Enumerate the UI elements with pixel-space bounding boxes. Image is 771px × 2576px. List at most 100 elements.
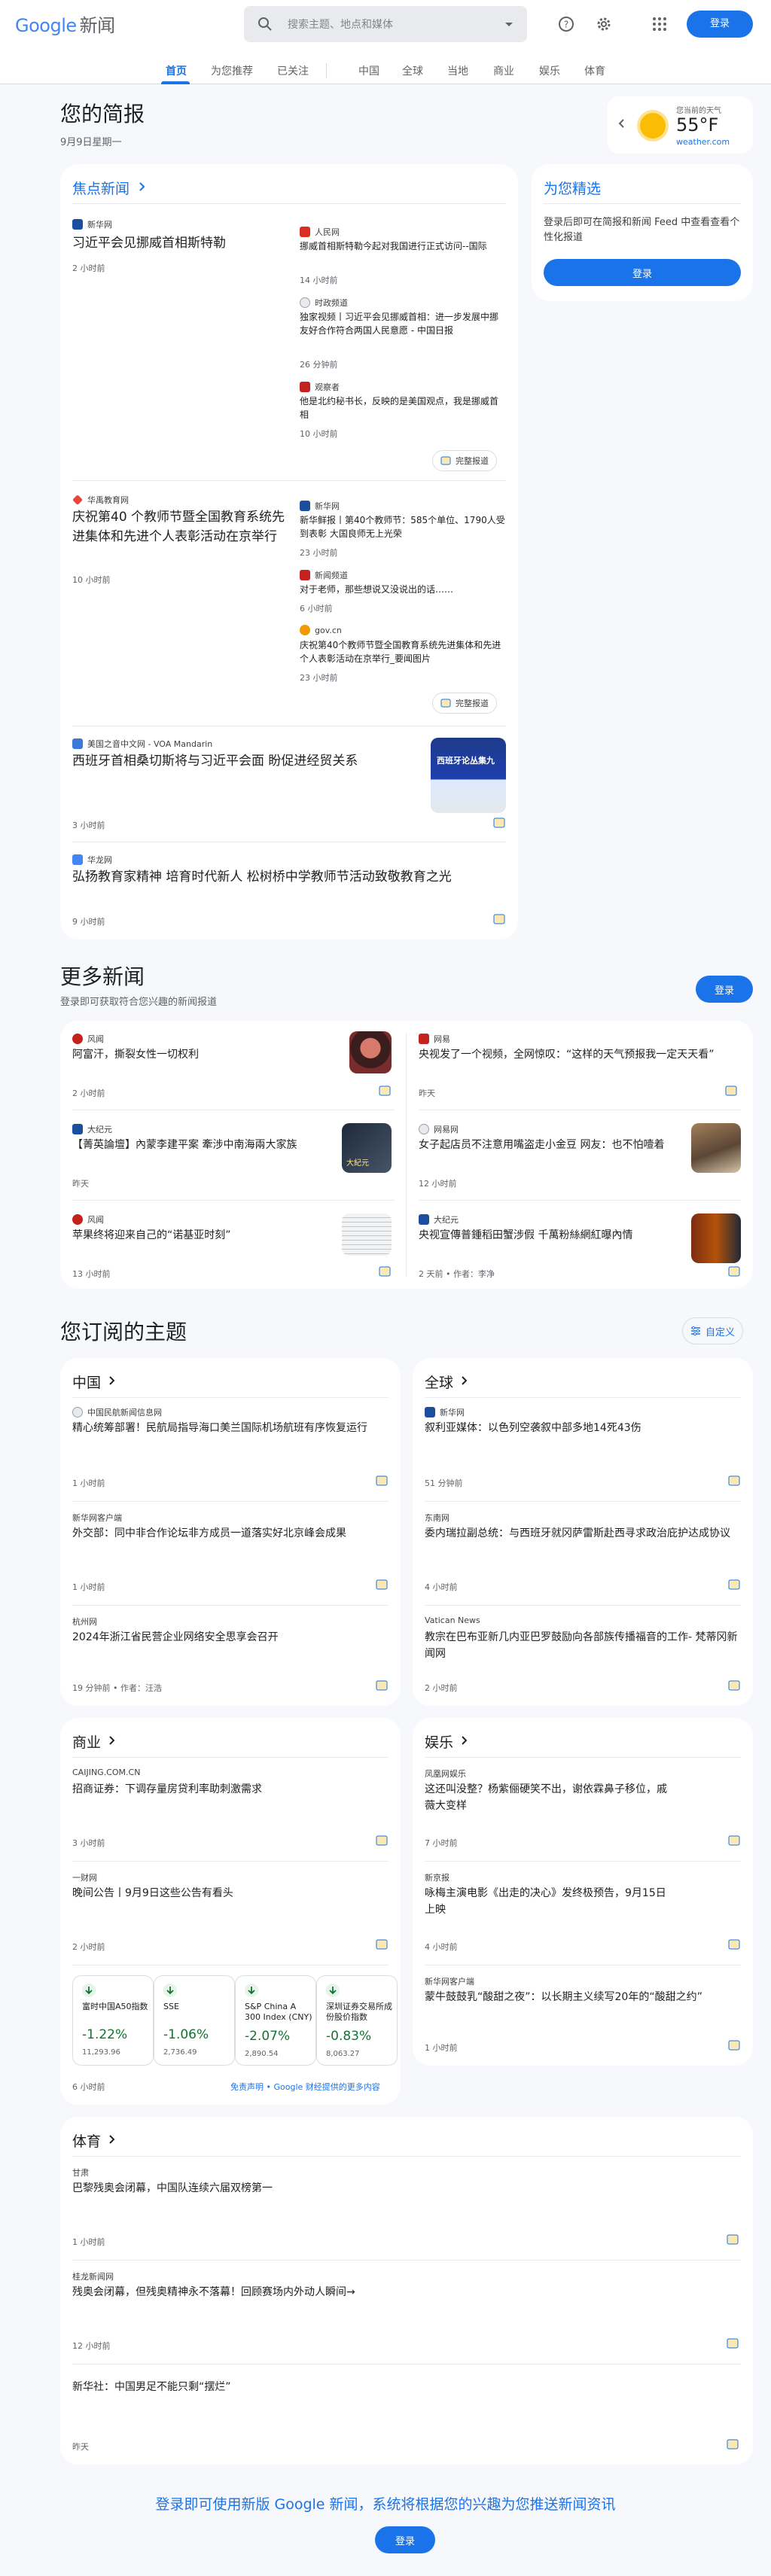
story-source[interactable]: 东南网	[425, 1512, 449, 1524]
news-share-icon[interactable]	[727, 1578, 741, 1591]
story-source[interactable]: Vatican News	[425, 1615, 480, 1625]
story-headline[interactable]: 蒙牛鼓鼓乳“酸甜之夜”：以长期主义续写20年的“酸甜之约”	[425, 1989, 741, 2005]
tab-following[interactable]: 已关注	[277, 63, 309, 78]
story-thumbnail[interactable]: 西班牙论丛集九	[431, 738, 506, 813]
story-source[interactable]: 杭州网	[72, 1615, 97, 1628]
gear-icon[interactable]	[595, 15, 613, 33]
story-headline[interactable]: 咏梅主演电影《出走的决心》发终极预告，9月15日上映	[425, 1885, 673, 1918]
story-headline[interactable]: 央视发了一个视频，全网惊叹：“这样的天气预报我一定天天看”	[419, 1046, 738, 1063]
news-share-icon[interactable]	[726, 2233, 739, 2246]
top-stories-heading[interactable]: 焦点新闻	[72, 178, 130, 198]
story-headline[interactable]: 委内瑞拉副总统：与西班牙就冈萨雷斯赴西寻求政治庇护达成协议	[425, 1525, 741, 1542]
related-source[interactable]: 时政频道	[300, 297, 348, 309]
search-box[interactable]: 搜索主题、地点和媒体	[244, 6, 527, 42]
news-share-icon[interactable]	[378, 1265, 392, 1278]
footer-login-button[interactable]: 登录	[375, 2526, 435, 2553]
story-headline[interactable]: 苹果终将迎来自己的“诺基亚时刻”	[72, 1227, 328, 1244]
story-source[interactable]: 桂龙新闻网	[72, 2270, 114, 2282]
story-source[interactable]: 风闻	[72, 1033, 104, 1045]
story-headline[interactable]: 教宗在巴布亚新几内亚巴罗鼓励向各部族传播福音的工作- 梵蒂冈新闻网	[425, 1629, 741, 1662]
chevron-right-icon[interactable]	[105, 2133, 117, 2145]
tab-home[interactable]: 首页	[166, 63, 187, 78]
story-thumbnail[interactable]	[691, 1123, 741, 1173]
full-coverage-button[interactable]: 完整报道	[432, 693, 497, 714]
stock-tile[interactable]: S&P China A 300 Index (CNY) -2.07% 2,890…	[235, 1975, 316, 2066]
story-source[interactable]: 甘肃	[72, 2166, 89, 2179]
related-source[interactable]: 观察者	[300, 381, 340, 393]
related-headline[interactable]: 庆祝第40个教师节暨全国教育系统先进集体和先进个人表彰活动在京举行_要闻图片	[300, 638, 506, 665]
related-headline[interactable]: 他是北约秘书长，反映的是美国观点，我是挪威首相	[300, 394, 506, 422]
chevron-right-icon[interactable]	[105, 1734, 117, 1746]
chevron-right-icon[interactable]	[458, 1734, 470, 1746]
weather-widget[interactable]: 您当前的天气 55°F weather.com	[607, 96, 753, 154]
topic-heading[interactable]: 娱乐	[425, 1731, 453, 1752]
news-share-icon[interactable]	[375, 1578, 389, 1591]
related-source[interactable]: 人民网	[300, 226, 340, 238]
story-source[interactable]: 一财网	[72, 1871, 97, 1883]
story-source[interactable]: 新华网	[425, 1406, 465, 1418]
related-source[interactable]: 新闻频道	[300, 569, 348, 581]
news-share-icon[interactable]	[727, 1938, 741, 1951]
story-source[interactable]: 网易网	[419, 1123, 459, 1135]
story-source[interactable]: 中国民航新闻信息网	[72, 1406, 162, 1418]
story-source[interactable]: 新华网	[72, 218, 112, 230]
story-source[interactable]: 网易	[419, 1033, 450, 1045]
related-source[interactable]: gov.cn	[300, 625, 342, 635]
story-thumbnail[interactable]	[691, 1213, 741, 1263]
story-headline[interactable]: 巴黎残奥会闭幕，中国队连续六届双榜第一	[72, 2180, 720, 2197]
story-headline[interactable]: 2024年浙江省民营企业网络安全思享会召开	[72, 1629, 389, 1646]
chevron-down-icon[interactable]	[501, 17, 517, 32]
story-headline[interactable]: 叙利亚媒体：以色列空袭叙中部多地14死43伤	[425, 1420, 741, 1436]
news-share-icon[interactable]	[375, 1679, 389, 1692]
story-source[interactable]: 华禹教育网	[72, 494, 129, 506]
story-thumbnail[interactable]	[342, 1213, 392, 1256]
news-share-icon[interactable]	[724, 1084, 738, 1098]
story-source[interactable]: CAIJING.COM.CN	[72, 1768, 140, 1777]
topic-heading[interactable]: 体育	[72, 2130, 101, 2151]
story-source[interactable]: 风闻	[72, 1213, 104, 1226]
full-coverage-button[interactable]: 完整报道	[432, 450, 497, 471]
news-share-icon[interactable]	[727, 1834, 741, 1847]
story-source[interactable]: 新京报	[425, 1871, 449, 1883]
finance-disclaimer-link[interactable]: 免责声明 • Google 财经提供的更多内容	[230, 2081, 380, 2093]
help-icon[interactable]: ?	[557, 15, 575, 33]
tab-sports[interactable]: 体育	[584, 63, 605, 78]
news-share-icon[interactable]	[378, 1084, 392, 1098]
tab-entertainment[interactable]: 娱乐	[539, 63, 560, 78]
customize-button[interactable]: 自定义	[682, 1317, 744, 1344]
topic-heading[interactable]: 全球	[425, 1372, 453, 1392]
news-share-icon[interactable]	[375, 1938, 389, 1951]
news-share-icon[interactable]	[375, 1834, 389, 1847]
news-share-icon[interactable]	[726, 2437, 739, 2451]
story-headline[interactable]: 【菁英論壇】內蒙李建平案 牽涉中南海兩大家族	[72, 1137, 328, 1153]
news-share-icon[interactable]	[727, 1265, 741, 1278]
story-source[interactable]: 新华网客户端	[425, 1975, 474, 1987]
stock-tile[interactable]: 深圳证券交易所成份股价指数 -0.83% 8,063.27	[316, 1975, 398, 2066]
story-headline[interactable]: 西班牙首相桑切斯将与习近平会面 盼促进经贸关系	[72, 751, 404, 771]
related-headline[interactable]: 对于老师，那些想说又没说出的话……	[300, 583, 506, 596]
story-headline[interactable]: 这还叫没整？杨紫俪硬笑不出，谢依霖鼻子移位，戚薇大变样	[425, 1781, 673, 1814]
chevron-right-icon[interactable]	[136, 181, 148, 193]
story-thumbnail[interactable]: 大紀元	[342, 1123, 392, 1173]
story-headline[interactable]: 外交部：同中非合作论坛非方成员一道落实好北京峰会成果	[72, 1525, 389, 1542]
chevron-left-icon[interactable]	[616, 117, 628, 129]
related-headline[interactable]: 新华鲜报丨第40个教师节：585个单位、1790人受到表彰 大国良师无上光荣	[300, 513, 506, 540]
picks-login-button[interactable]: 登录	[544, 259, 741, 286]
related-headline[interactable]: 独家视频丨习近平会见挪威首相：进一步发展中挪友好合作符合两国人民意愿 - 中国日…	[300, 310, 506, 337]
topic-heading[interactable]: 中国	[72, 1372, 101, 1392]
story-source[interactable]: 新华网客户端	[72, 1512, 122, 1524]
search-icon[interactable]	[256, 15, 274, 33]
news-share-icon[interactable]	[727, 2039, 741, 2052]
story-headline[interactable]: 女子起店员不注意用嘴盗走小金豆 网友：也不怕噎着	[419, 1137, 675, 1153]
story-headline[interactable]: 新华社：中国男足不能只剩“摆烂”	[72, 2379, 720, 2395]
story-headline[interactable]: 弘扬教育家精神 培育时代新人 松树桥中学教师节活动致敬教育之光	[72, 867, 501, 887]
chevron-right-icon[interactable]	[105, 1375, 117, 1387]
story-source[interactable]: 华龙网	[72, 854, 112, 866]
story-headline[interactable]: 招商证券：下调存量房贷利率助刺激需求	[72, 1781, 389, 1798]
weather-source-link[interactable]: weather.com	[676, 137, 730, 147]
topic-heading[interactable]: 商业	[72, 1731, 101, 1752]
story-source[interactable]: 凤凰网娱乐	[425, 1768, 466, 1780]
story-headline[interactable]: 习近平会见挪威首相斯特勒	[72, 233, 291, 253]
tab-business[interactable]: 商业	[493, 63, 514, 78]
story-headline[interactable]: 残奥会闭幕，但残奥精神永不落幕！回顾赛场内外动人瞬间→	[72, 2284, 720, 2300]
